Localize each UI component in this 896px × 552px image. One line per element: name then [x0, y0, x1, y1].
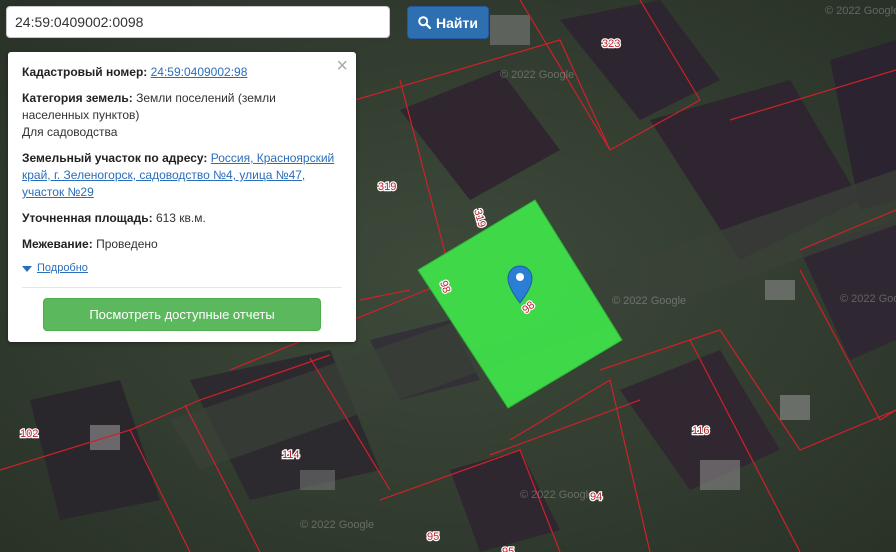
parcel-label: 95	[502, 546, 514, 552]
area-label: Уточненная площадь:	[22, 211, 153, 225]
cadastral-number-link[interactable]: 24:59:0409002:98	[151, 65, 248, 79]
panel-divider	[22, 287, 342, 288]
view-reports-button[interactable]: Посмотреть доступные отчеты	[43, 298, 321, 331]
search-icon	[418, 16, 432, 29]
land-category-row: Категория земель: Земли поселений (земли…	[22, 90, 342, 141]
area-value: 613 кв.м.	[155, 211, 206, 225]
map-watermark: © 2022 Google	[520, 489, 594, 501]
land-category-label: Категория земель:	[22, 91, 133, 105]
details-toggle[interactable]: Подробно	[22, 260, 342, 277]
area-row: Уточненная площадь: 613 кв.м.	[22, 210, 342, 227]
address-label: Земельный участок по адресу:	[22, 151, 208, 165]
survey-row: Межевание: Проведено	[22, 236, 342, 253]
map-watermark: © 2022 Google	[825, 5, 896, 17]
land-usage-value: Для садоводства	[22, 125, 118, 139]
close-icon[interactable]: ×	[336, 56, 348, 76]
map-watermark: © 2022 Google	[840, 293, 896, 305]
cadastral-number-label: Кадастровый номер:	[22, 65, 148, 79]
survey-label: Межевание:	[22, 237, 93, 251]
map-watermark: © 2022 Google	[300, 519, 374, 531]
search-button[interactable]: Найти	[407, 6, 489, 39]
address-row: Земельный участок по адресу: Россия, Кра…	[22, 150, 342, 201]
map-watermark: © 2022 Google	[500, 69, 574, 81]
parcel-label: 94	[590, 491, 602, 503]
parcel-label: 319	[378, 181, 396, 193]
caret-down-icon	[22, 265, 32, 272]
parcel-label: 95	[427, 531, 439, 543]
search-input[interactable]	[6, 6, 390, 38]
map-watermark: © 2022 Google	[612, 295, 686, 307]
parcel-label: 116	[692, 425, 710, 437]
parcel-label: 323	[602, 38, 620, 50]
survey-value: Проведено	[96, 237, 158, 251]
parcel-label: 114	[282, 449, 300, 461]
parcel-info-panel: × Кадастровый номер: 24:59:0409002:98 Ка…	[8, 52, 356, 342]
details-toggle-label: Подробно	[37, 262, 88, 274]
search-button-label: Найти	[436, 14, 478, 31]
parcel-label: 102	[20, 428, 38, 440]
cadastral-number-row: Кадастровый номер: 24:59:0409002:98	[22, 64, 342, 81]
